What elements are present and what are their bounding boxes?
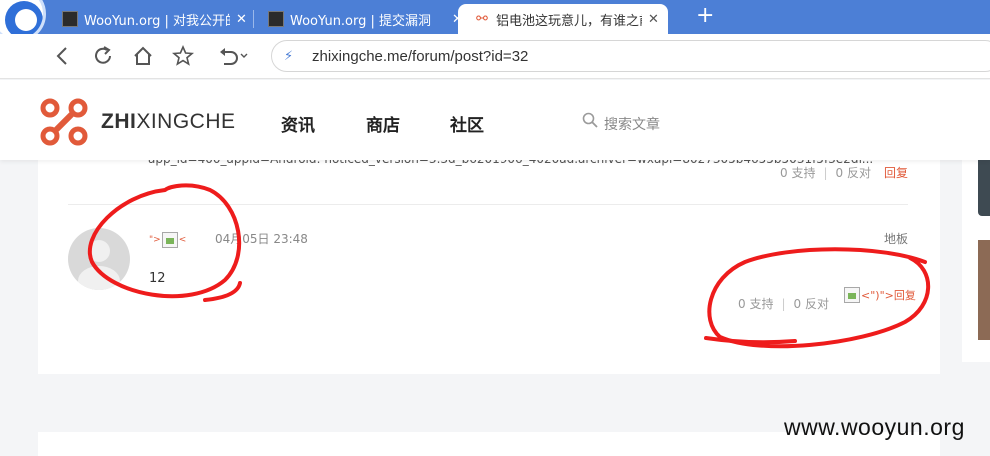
- undo-close-icon[interactable]: [214, 43, 254, 69]
- nav-shop[interactable]: 商店: [366, 111, 400, 136]
- zhixingche-logo-icon[interactable]: [39, 97, 89, 147]
- support-button[interactable]: 0 支持: [780, 166, 815, 180]
- injected-username: "> <: [149, 232, 186, 248]
- bookmark-star-icon[interactable]: [170, 43, 196, 69]
- home-icon[interactable]: [130, 43, 156, 69]
- browser-tab-bar: WooYun.org | 对我公开的 ✕ WooYun.org | 提交漏洞 ✕…: [0, 0, 990, 42]
- site-header: ZHIXINGCHE 资讯 商店 社区 搜索文章: [0, 80, 990, 160]
- new-tab-button[interactable]: +: [696, 3, 714, 28]
- nav-news[interactable]: 资讯: [281, 111, 315, 136]
- injected-reply-link[interactable]: <")"> 回复: [843, 287, 916, 303]
- avatar[interactable]: [68, 228, 130, 290]
- back-icon[interactable]: [50, 43, 76, 69]
- search-icon[interactable]: [582, 112, 598, 132]
- address-bar[interactable]: ⚡ zhixingche.me/forum/post?id=32: [271, 40, 990, 72]
- oppose-button[interactable]: 0 反对: [794, 297, 829, 311]
- tab-close-icon[interactable]: ✕: [236, 12, 247, 27]
- tab-zhixingche-post[interactable]: ⚯ 铝电池这玩意儿，有谁之前 ✕: [458, 4, 668, 34]
- reload-icon[interactable]: [90, 43, 116, 69]
- floor-label: 地板: [884, 232, 909, 246]
- tab-separator: [253, 10, 254, 28]
- comment-divider: [68, 204, 908, 205]
- reply-button[interactable]: 回复: [884, 164, 908, 181]
- comment-body: 12: [149, 271, 166, 286]
- tab-wooyun-submit[interactable]: WooYun.org | 提交漏洞 ✕: [268, 4, 463, 34]
- previous-comment-votes: 0 支持 | 0 反对: [780, 166, 871, 180]
- nav-community[interactable]: 社区: [450, 111, 484, 136]
- tab-wooyun-public[interactable]: WooYun.org | 对我公开的 ✕: [62, 4, 247, 34]
- zhixingche-favicon-icon: ⚯: [476, 11, 488, 27]
- oppose-button[interactable]: 0 反对: [836, 166, 871, 180]
- comment-date: 04月05日 23:48: [215, 232, 308, 246]
- site-info-icon[interactable]: ⚡: [284, 49, 293, 64]
- broken-image-icon: [844, 287, 860, 303]
- url-text: zhixingche.me/forum/post?id=32: [312, 48, 529, 65]
- sidebar-thumbnail[interactable]: [978, 240, 990, 340]
- watermark: www.wooyun.org: [784, 414, 965, 440]
- wooyun-favicon-icon: [268, 11, 284, 27]
- comment-votes: 0 支持 | 0 反对: [738, 297, 829, 311]
- site-brand[interactable]: ZHIXINGCHE: [101, 110, 236, 134]
- comment-card: [38, 160, 940, 374]
- tab-close-icon[interactable]: ✕: [648, 12, 659, 27]
- broken-image-icon: [161, 232, 178, 248]
- browser-toolbar: ⚡ zhixingche.me/forum/post?id=32: [0, 34, 990, 79]
- search-input[interactable]: 搜索文章: [604, 114, 660, 134]
- wooyun-favicon-icon: [62, 11, 78, 27]
- support-button[interactable]: 0 支持: [738, 297, 773, 311]
